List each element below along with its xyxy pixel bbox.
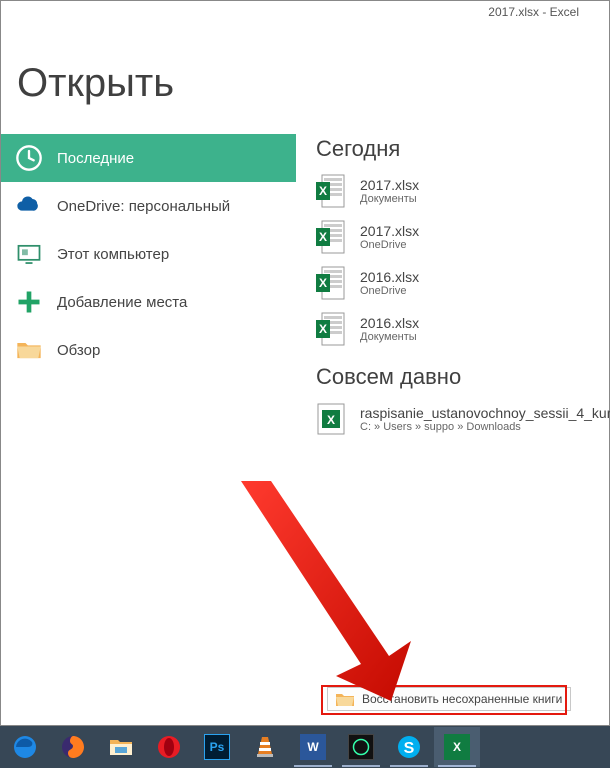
sidebar-item-add-place[interactable]: Добавление места — [1, 278, 296, 326]
file-name: raspisanie_ustanovochnoy_sessii_4_kur — [360, 405, 610, 421]
sidebar-item-label: Обзор — [57, 342, 100, 359]
group-heading-older: Совсем давно — [316, 364, 610, 390]
excel-open-backstage: 2017.xlsx - Excel Открыть Последние OneD… — [0, 0, 610, 726]
taskbar-vlc[interactable] — [242, 727, 288, 767]
clock-icon — [15, 144, 43, 172]
file-path: OneDrive — [360, 239, 419, 251]
file-row[interactable]: X 2016.xlsx Документы — [316, 306, 610, 352]
svg-text:X: X — [319, 184, 327, 198]
file-name: 2016.xlsx — [360, 269, 419, 285]
file-row[interactable]: X raspisanie_ustanovochnoy_sessii_4_kur … — [316, 396, 610, 442]
folder-icon — [15, 336, 43, 364]
svg-text:S: S — [404, 740, 415, 757]
taskbar-file-explorer[interactable] — [98, 727, 144, 767]
file-name: 2017.xlsx — [360, 177, 419, 193]
file-name: 2017.xlsx — [360, 223, 419, 239]
sidebar-item-this-pc[interactable]: Этот компьютер — [1, 230, 296, 278]
taskbar-opera[interactable] — [146, 727, 192, 767]
plus-icon — [15, 288, 43, 316]
file-path: Документы — [360, 193, 419, 205]
excel-legacy-file-icon: X — [316, 402, 346, 436]
sidebar-item-recent[interactable]: Последние — [1, 134, 296, 182]
taskbar: Ps W S X — [0, 726, 610, 768]
sidebar-item-label: Этот компьютер — [57, 246, 169, 263]
recover-unsaved-button[interactable]: Восстановить несохраненные книги — [327, 687, 571, 711]
sidebar-item-label: Добавление места — [57, 294, 187, 311]
file-row[interactable]: X 2016.xlsx OneDrive — [316, 260, 610, 306]
excel-file-icon: X — [316, 312, 346, 346]
taskbar-photoshop[interactable]: Ps — [194, 727, 240, 767]
file-path: C: » Users » suppo » Downloads — [360, 421, 610, 433]
svg-text:X: X — [319, 276, 327, 290]
group-heading-today: Сегодня — [316, 136, 610, 162]
taskbar-word[interactable]: W — [290, 727, 336, 767]
sidebar-item-browse[interactable]: Обзор — [1, 326, 296, 374]
sidebar-item-label: OneDrive: персональный — [57, 198, 230, 215]
file-row[interactable]: X 2017.xlsx OneDrive — [316, 214, 610, 260]
svg-text:X: X — [319, 322, 327, 336]
annotation-arrow — [211, 471, 451, 711]
page-title: Открыть — [1, 21, 609, 116]
sidebar-item-label: Последние — [57, 150, 134, 167]
onedrive-icon — [15, 192, 43, 220]
taskbar-edge[interactable] — [2, 727, 48, 767]
computer-icon — [15, 240, 43, 268]
file-list: Сегодня X 2017.xlsx Документы X 2017.xls… — [296, 134, 610, 442]
sidebar-item-onedrive[interactable]: OneDrive: персональный — [1, 182, 296, 230]
taskbar-mobaxterm[interactable] — [338, 727, 384, 767]
excel-file-icon: X — [316, 174, 346, 208]
folder-icon — [336, 692, 354, 706]
svg-text:X: X — [319, 230, 327, 244]
taskbar-skype[interactable]: S — [386, 727, 432, 767]
file-name: 2016.xlsx — [360, 315, 419, 331]
taskbar-excel[interactable]: X — [434, 727, 480, 767]
open-sidebar: Последние OneDrive: персональный Этот ко… — [1, 134, 296, 442]
file-path: OneDrive — [360, 285, 419, 297]
file-row[interactable]: X 2017.xlsx Документы — [316, 168, 610, 214]
excel-file-icon: X — [316, 220, 346, 254]
window-title: 2017.xlsx - Excel — [1, 1, 609, 21]
recover-button-label: Восстановить несохраненные книги — [362, 692, 562, 706]
excel-file-icon: X — [316, 266, 346, 300]
taskbar-firefox[interactable] — [50, 727, 96, 767]
svg-text:X: X — [327, 413, 335, 427]
file-path: Документы — [360, 331, 419, 343]
